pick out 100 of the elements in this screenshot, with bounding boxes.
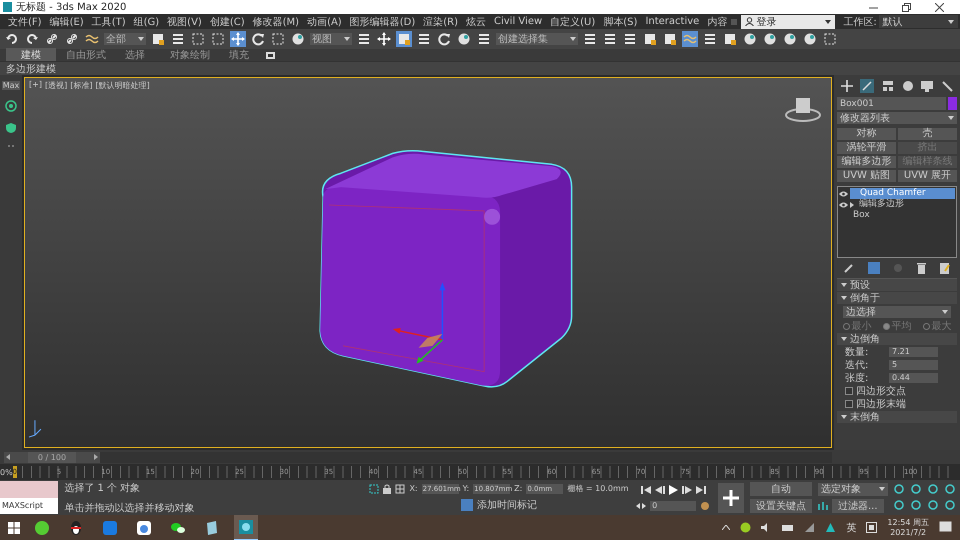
menu-item[interactable]: 工具(T) bbox=[88, 14, 130, 28]
configure-icon[interactable] bbox=[940, 262, 950, 274]
hierarchy-icon[interactable] bbox=[882, 80, 894, 92]
key-filter-dropdown[interactable]: 选定对象 bbox=[818, 482, 888, 496]
ribbon-tab[interactable]: 填充 bbox=[214, 48, 264, 62]
menu-item[interactable]: 组(G) bbox=[130, 14, 164, 28]
windows-logo-icon[interactable] bbox=[8, 522, 20, 534]
offset-mode-icon[interactable] bbox=[395, 484, 406, 494]
modifier-button[interactable]: UVW 贴图 bbox=[837, 170, 896, 182]
link-icon[interactable] bbox=[44, 31, 60, 47]
time-tag-label[interactable]: 添加时间标记 bbox=[476, 498, 537, 512]
auto-key-button[interactable]: 自动 bbox=[750, 482, 812, 496]
menu-item[interactable]: 渲染(R) bbox=[419, 14, 462, 28]
menu-item[interactable]: 自定义(U) bbox=[546, 14, 600, 28]
next-arrow-icon[interactable] bbox=[94, 454, 98, 460]
parameter-spinner[interactable]: 5 bbox=[889, 360, 938, 370]
named-selection-dropdown[interactable]: 创建选择集 bbox=[496, 33, 578, 45]
lock-icon[interactable] bbox=[383, 484, 392, 494]
stack-item[interactable]: Box bbox=[850, 210, 955, 221]
ribbon-tab[interactable]: 选择 bbox=[110, 48, 160, 62]
isolate-icon[interactable] bbox=[369, 484, 380, 494]
modifier-list-dropdown[interactable]: 修改器列表 bbox=[837, 112, 957, 124]
workspace-dropdown[interactable]: 默认 bbox=[878, 15, 958, 28]
object-name-field[interactable]: Box001 bbox=[837, 97, 946, 110]
redo-icon[interactable] bbox=[24, 31, 40, 47]
parameter-spinner[interactable]: 7.21 bbox=[889, 347, 938, 357]
filters-button[interactable]: 过滤器... bbox=[832, 498, 884, 512]
modifier-button[interactable]: 涡轮平滑 bbox=[837, 142, 896, 154]
selection-filter-dropdown[interactable]: 全部 bbox=[104, 33, 146, 45]
menu-item[interactable]: 脚本(S) bbox=[599, 14, 642, 28]
set-key-plus-button[interactable] bbox=[718, 482, 744, 512]
viewport-label[interactable]: [标准] bbox=[70, 80, 92, 91]
eye-icon[interactable] bbox=[839, 190, 848, 196]
close-icon[interactable] bbox=[935, 2, 944, 12]
expand-arrow-icon[interactable] bbox=[850, 202, 854, 208]
globe-icon[interactable] bbox=[5, 100, 17, 112]
panel-toggle-icon[interactable] bbox=[266, 52, 278, 58]
reference-coordinate-dropdown[interactable]: 视图 bbox=[310, 33, 352, 45]
triangle-logo-icon[interactable] bbox=[825, 522, 836, 533]
menu-item[interactable]: Interactive bbox=[641, 16, 704, 27]
previous-arrow-icon[interactable] bbox=[6, 454, 10, 460]
ribbon-tab[interactable]: 建模 bbox=[6, 48, 56, 62]
clock-time[interactable]: 12:54 周五 bbox=[887, 518, 929, 528]
tray-app-icon[interactable] bbox=[740, 522, 752, 533]
modifier-button[interactable]: UVW 展开 bbox=[898, 170, 957, 182]
eye-icon[interactable] bbox=[839, 202, 848, 208]
viewport-label[interactable]: [透视] bbox=[44, 80, 68, 91]
collapse-arrow-icon[interactable] bbox=[841, 296, 847, 300]
menu-item[interactable]: 图形编辑器(D) bbox=[346, 14, 420, 28]
modifier-button[interactable]: 对称 bbox=[837, 128, 896, 140]
window-select-icon[interactable] bbox=[210, 31, 226, 47]
checkbox-option[interactable]: 四边形末端 bbox=[837, 398, 957, 410]
trash-icon[interactable] bbox=[917, 262, 926, 274]
stack-item[interactable]: Quad Chamfer bbox=[850, 188, 955, 199]
login-dropdown[interactable]: 登录 bbox=[741, 14, 836, 28]
ribbon-tab[interactable]: 自由形式 bbox=[58, 48, 108, 62]
frame-field[interactable]: 0 bbox=[650, 500, 696, 510]
next-frame-icon[interactable] bbox=[682, 486, 692, 494]
viewcube-icon[interactable] bbox=[785, 96, 821, 122]
menu-item[interactable]: 动画(A) bbox=[303, 14, 346, 28]
play-icon[interactable] bbox=[668, 484, 678, 494]
collapse-arrow-icon[interactable] bbox=[841, 337, 847, 341]
menu-item[interactable]: 内容 bbox=[703, 14, 732, 28]
go-to-start-icon[interactable] bbox=[640, 486, 651, 494]
menu-item[interactable]: 视图(V) bbox=[163, 14, 206, 28]
maxscript-listener-field[interactable] bbox=[0, 481, 58, 498]
menu-item[interactable]: 炫云 bbox=[462, 14, 490, 28]
modifier-button[interactable]: 壳 bbox=[898, 128, 957, 140]
orbit-icon[interactable] bbox=[928, 484, 939, 495]
unlink-icon[interactable] bbox=[64, 31, 80, 47]
select-object-icon[interactable] bbox=[150, 31, 166, 47]
menu-item[interactable]: 编辑(E) bbox=[46, 14, 88, 28]
cube-drawing[interactable] bbox=[319, 150, 572, 388]
parameter-spinner[interactable]: 0.44 bbox=[889, 373, 938, 383]
collapse-arrow-icon[interactable] bbox=[841, 415, 847, 419]
rotate-icon[interactable] bbox=[250, 31, 266, 47]
object-color-swatch[interactable] bbox=[948, 97, 957, 110]
viewport-label[interactable]: [默认明暗处理] bbox=[95, 80, 150, 91]
clock-date[interactable]: 2021/7/2 bbox=[890, 528, 926, 538]
shield-icon[interactable] bbox=[5, 122, 17, 134]
monitor-icon[interactable] bbox=[921, 80, 934, 92]
set-key-button[interactable]: 设置关键点 bbox=[750, 499, 812, 513]
modify-icon[interactable] bbox=[860, 79, 874, 93]
frame-counter[interactable]: 0 / 100 bbox=[4, 452, 100, 462]
modifier-button[interactable]: 编辑多边形 bbox=[837, 156, 896, 168]
rollout-title[interactable]: 预设 bbox=[850, 278, 870, 292]
checkbox-option[interactable]: 四边形交点 bbox=[837, 385, 957, 397]
move-icon[interactable] bbox=[376, 31, 392, 47]
collapse-arrow-icon[interactable] bbox=[841, 283, 847, 287]
viewport-label[interactable]: [+] bbox=[29, 80, 42, 91]
viewport[interactable]: [+] [透视] [标准] [默认明暗处理] bbox=[24, 77, 832, 448]
menu-item[interactable]: 文件(F) bbox=[4, 14, 46, 28]
menu-item[interactable]: 创建(C) bbox=[206, 14, 249, 28]
create-icon[interactable] bbox=[840, 80, 853, 92]
battery-icon[interactable] bbox=[782, 524, 794, 532]
maxscript-field[interactable]: MAXScript bbox=[0, 498, 58, 514]
previous-frame-icon[interactable] bbox=[654, 486, 665, 494]
stack-item[interactable]: 编辑多边形 bbox=[856, 199, 955, 210]
go-to-end-icon[interactable] bbox=[696, 486, 706, 494]
ribbon-tab[interactable]: 对象绘制 bbox=[162, 48, 212, 62]
